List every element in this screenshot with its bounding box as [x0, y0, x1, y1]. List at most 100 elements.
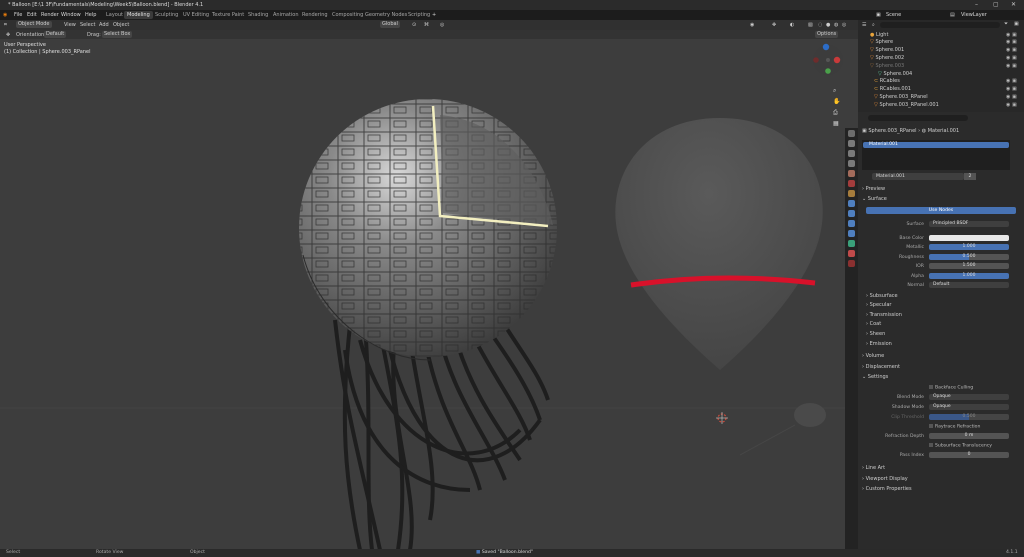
outliner-item-sphere-001[interactable]: ▽ Sphere.001 [870, 47, 904, 54]
menu-edit[interactable]: Edit [27, 12, 37, 18]
section-preview[interactable]: › Preview [862, 186, 885, 192]
menu-object[interactable]: Object [113, 22, 129, 28]
section-sheen[interactable]: › Sheen [866, 331, 885, 337]
section-viewport-display[interactable]: › Viewport Display [862, 476, 908, 482]
normal-field[interactable]: Default [929, 282, 1009, 288]
tab-scripting[interactable]: Scripting [405, 11, 433, 19]
outliner-item-sphere-004[interactable]: ▽ Sphere.004 [878, 71, 912, 78]
material-shading-icon[interactable]: ◍ [834, 22, 838, 28]
scene-icon[interactable]: ▣ [876, 12, 881, 18]
visibility-icon[interactable]: ◉ [750, 22, 754, 28]
alpha-slider[interactable]: 1.000 [929, 273, 1009, 279]
outliner-item-sphere-003[interactable]: ▽ Sphere.003 [870, 63, 904, 70]
menu-add[interactable]: Add [99, 22, 109, 28]
visibility-eye-icon[interactable]: ◉ ▣ [1006, 102, 1017, 108]
menu-render[interactable]: Render [41, 12, 59, 18]
blend-mode-dropdown[interactable]: Opaque [929, 394, 1009, 400]
refraction-depth-field[interactable]: 0 m [929, 433, 1009, 439]
clip-threshold-slider[interactable]: 0.500 [929, 414, 1009, 420]
ior-field[interactable]: 1.500 [929, 263, 1009, 269]
material-tab-icon[interactable] [848, 250, 855, 257]
xray-icon[interactable]: ▧ [808, 22, 813, 28]
material-slot-item[interactable]: Material.001 [863, 142, 1009, 148]
tab-compositing[interactable]: Compositing [329, 11, 366, 19]
menu-help[interactable]: Help [85, 12, 96, 18]
section-specular[interactable]: › Specular [866, 302, 891, 308]
outliner-item-sphere-002[interactable]: ▽ Sphere.002 [870, 55, 904, 62]
tab-uv-editing[interactable]: UV Editing [180, 11, 212, 19]
backface-culling-checkbox[interactable]: Backface Culling [929, 385, 973, 391]
subsurface-translucency-checkbox[interactable]: Subsurface Translucency [929, 443, 992, 449]
section-transmission[interactable]: › Transmission [866, 312, 902, 318]
constraints-tab-icon[interactable] [848, 230, 855, 237]
section-settings[interactable]: ⌄ Settings [862, 374, 888, 380]
snap-icon[interactable]: ⌘ [424, 22, 429, 28]
view-layer-name[interactable]: ViewLayer [961, 12, 987, 18]
outliner-item-sphere-003-rpanel-001[interactable]: ▽ Sphere.003_RPanel.001 [874, 102, 939, 109]
surface-shader-field[interactable]: Principled BSDF [929, 221, 1009, 227]
navigation-gizmo[interactable]: ⌕ ✋ ⎙ ▦ [808, 40, 848, 130]
material-name-field[interactable]: Material.001 [872, 173, 964, 180]
particles-tab-icon[interactable] [848, 210, 855, 217]
mode-dropdown[interactable]: Object Mode [16, 21, 52, 28]
outliner-item-rcables[interactable]: ⊂ RCables [874, 78, 900, 85]
outliner-item-light[interactable]: ● Light [870, 32, 888, 39]
viewport-3d[interactable] [0, 20, 858, 550]
scene-tab-icon[interactable] [848, 170, 855, 177]
tab-sculpting[interactable]: Sculpting [152, 11, 181, 19]
minimize-icon[interactable]: – [975, 1, 978, 8]
outliner-filter-icon[interactable]: ⌕ [872, 22, 875, 29]
render-tab-icon[interactable] [848, 140, 855, 147]
orientation-dropdown[interactable]: Default [44, 31, 67, 38]
section-surface[interactable]: ⌄ Surface [862, 196, 887, 202]
section-line-art[interactable]: › Line Art [862, 465, 885, 471]
tab-rendering[interactable]: Rendering [299, 11, 331, 19]
pivot-icon[interactable]: ⊙ [412, 22, 416, 28]
visibility-eye-icon[interactable]: ◉ ▣ [1006, 78, 1017, 84]
solid-shading-icon[interactable]: ● [826, 22, 830, 28]
properties-search-input[interactable] [868, 115, 968, 121]
close-icon[interactable]: ✕ [1011, 1, 1016, 8]
use-nodes-button[interactable]: Use Nodes [866, 207, 1016, 214]
outliner-search-input[interactable] [880, 22, 1000, 28]
maximize-icon[interactable]: ▢ [993, 1, 999, 8]
blender-logo-icon[interactable]: ◉ [3, 12, 7, 18]
section-displacement[interactable]: › Displacement [862, 364, 900, 370]
visibility-eye-icon[interactable]: ◉ ▣ [1006, 47, 1017, 53]
visibility-eye-icon[interactable]: ◉ ▣ [1006, 86, 1017, 92]
output-tab-icon[interactable] [848, 150, 855, 157]
metallic-slider[interactable]: 1.000 [929, 244, 1009, 250]
overlay-icon[interactable]: ◐ [790, 22, 794, 28]
rendered-shading-icon[interactable]: ◎ [842, 22, 846, 28]
visibility-eye-icon[interactable]: ◉ ▣ [1006, 32, 1017, 38]
section-custom-properties[interactable]: › Custom Properties [862, 486, 912, 492]
outliner-item-sphere-003-rpanel[interactable]: ▽ Sphere.003_RPanel [874, 94, 928, 101]
roughness-slider[interactable]: 0.500 [929, 254, 1009, 260]
tab-texture-paint[interactable]: Texture Paint [209, 11, 247, 19]
section-subsurface[interactable]: › Subsurface [866, 293, 898, 299]
physics-tab-icon[interactable] [848, 220, 855, 227]
tab-shading[interactable]: Shading [245, 11, 271, 19]
outliner-item-sphere[interactable]: ▽ Sphere [870, 39, 893, 46]
world-tab-icon[interactable] [848, 180, 855, 187]
visibility-eye-icon[interactable]: ◉ ▣ [1006, 55, 1017, 61]
modifier-tab-icon[interactable] [848, 200, 855, 207]
gizmo-icon[interactable]: ✥ [772, 22, 776, 28]
tab-geometry-nodes[interactable]: Geometry Nodes [362, 11, 410, 19]
proportional-edit-icon[interactable]: ◎ [440, 22, 444, 28]
drag-dropdown[interactable]: Select Box [102, 31, 133, 38]
data-tab-icon[interactable] [848, 240, 855, 247]
material-users-count[interactable]: 2 [964, 173, 976, 180]
section-emission[interactable]: › Emission [866, 341, 892, 347]
outliner-item-rcables-001[interactable]: ⊂ RCables.001 [874, 86, 911, 93]
options-dropdown[interactable]: Options [815, 31, 839, 38]
scene-name[interactable]: Scene [886, 12, 901, 18]
new-collection-icon[interactable]: ▣ [1014, 21, 1019, 28]
menu-window[interactable]: Window [61, 12, 81, 18]
tab-animation[interactable]: Animation [270, 11, 302, 19]
visibility-eye-icon[interactable]: ◉ ▣ [1006, 63, 1017, 69]
menu-file[interactable]: File [14, 12, 22, 18]
visibility-eye-icon[interactable]: ◉ ▣ [1006, 94, 1017, 100]
view-layer-tab-icon[interactable] [848, 160, 855, 167]
outliner-editor-icon[interactable]: ☰ [862, 22, 866, 29]
